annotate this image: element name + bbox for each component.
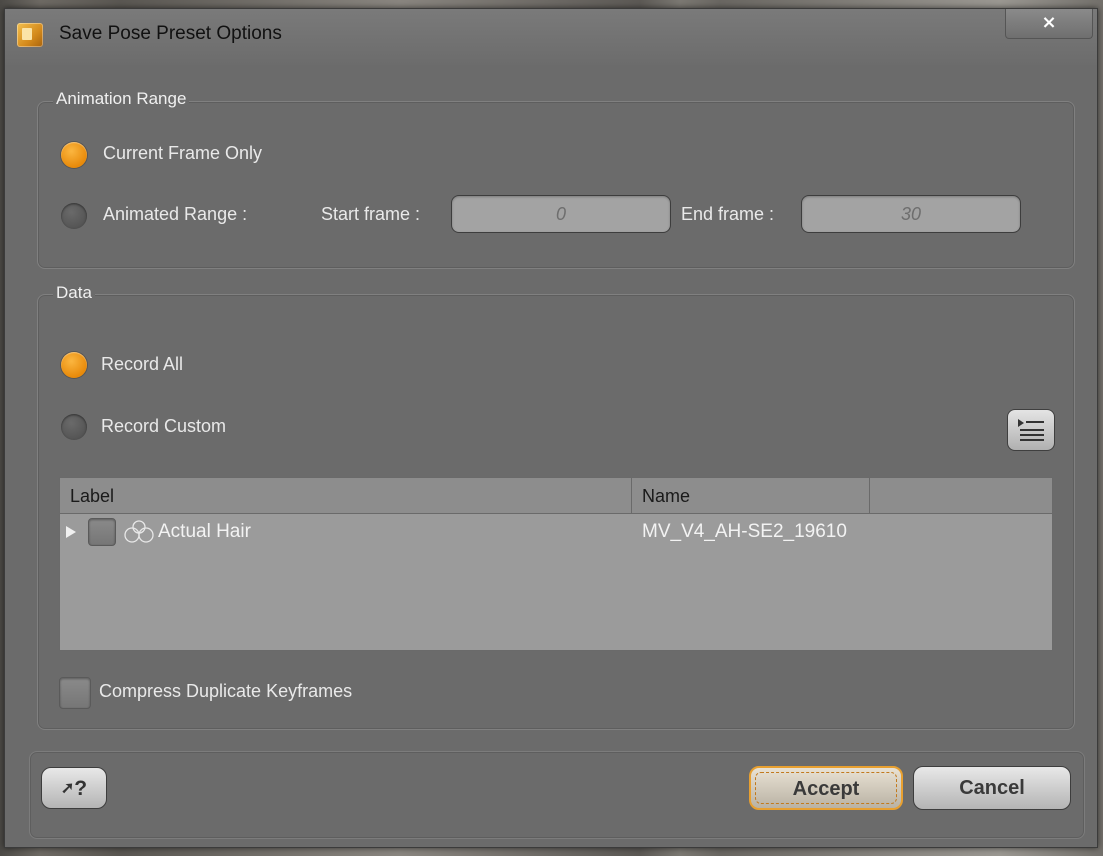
title-bar[interactable]: Save Pose Preset Options × (5, 9, 1097, 65)
animation-range-group (37, 101, 1075, 269)
hair-figure-icon (124, 520, 154, 543)
column-header-empty (870, 478, 1052, 514)
animation-range-title: Animation Range (53, 89, 190, 109)
start-frame-label: Start frame : (321, 204, 421, 224)
cursor-arrow-icon: ➚ (60, 780, 75, 797)
start-frame-input[interactable]: 0 (451, 195, 671, 233)
record-custom-label[interactable]: Record Custom (101, 416, 226, 437)
compress-keyframes-label[interactable]: Compress Duplicate Keyframes (99, 681, 352, 702)
cancel-button[interactable]: Cancel (913, 766, 1071, 810)
compress-keyframes-checkbox[interactable] (59, 677, 91, 709)
end-frame-input[interactable]: 30 (801, 195, 1021, 233)
close-button[interactable]: × (1005, 9, 1093, 39)
row-checkbox[interactable] (88, 518, 116, 546)
column-header-label[interactable]: Label (60, 478, 632, 514)
data-title: Data (53, 283, 95, 303)
triangle-right-icon[interactable] (66, 526, 76, 538)
table-row[interactable]: Actual Hair MV_V4_AH-SE2_19610 (60, 514, 1052, 550)
column-header-name[interactable]: Name (632, 478, 870, 514)
record-custom-radio[interactable] (61, 414, 87, 440)
help-label: ? (74, 777, 88, 800)
custom-properties-table: Label Name Actual Hair MV_V4_AH-SE2_1961… (59, 477, 1053, 651)
list-menu-icon (1018, 419, 1044, 441)
animated-range-radio[interactable] (61, 203, 87, 229)
row-name: MV_V4_AH-SE2_19610 (642, 521, 847, 542)
current-frame-only-label[interactable]: Current Frame Only (103, 143, 262, 164)
record-all-label[interactable]: Record All (101, 354, 183, 375)
row-label: Actual Hair (158, 521, 251, 542)
current-frame-only-radio[interactable] (61, 142, 87, 168)
window-title: Save Pose Preset Options (59, 23, 282, 44)
app-icon (17, 23, 43, 47)
record-all-radio[interactable] (61, 352, 87, 378)
accept-button[interactable]: Accept (749, 766, 903, 810)
animated-range-label[interactable]: Animated Range : (103, 204, 247, 225)
list-options-button[interactable] (1007, 409, 1055, 451)
save-pose-preset-dialog: Save Pose Preset Options × Animation Ran… (4, 8, 1098, 848)
end-frame-label: End frame : (681, 204, 775, 224)
help-button[interactable]: ➚? (41, 767, 107, 809)
